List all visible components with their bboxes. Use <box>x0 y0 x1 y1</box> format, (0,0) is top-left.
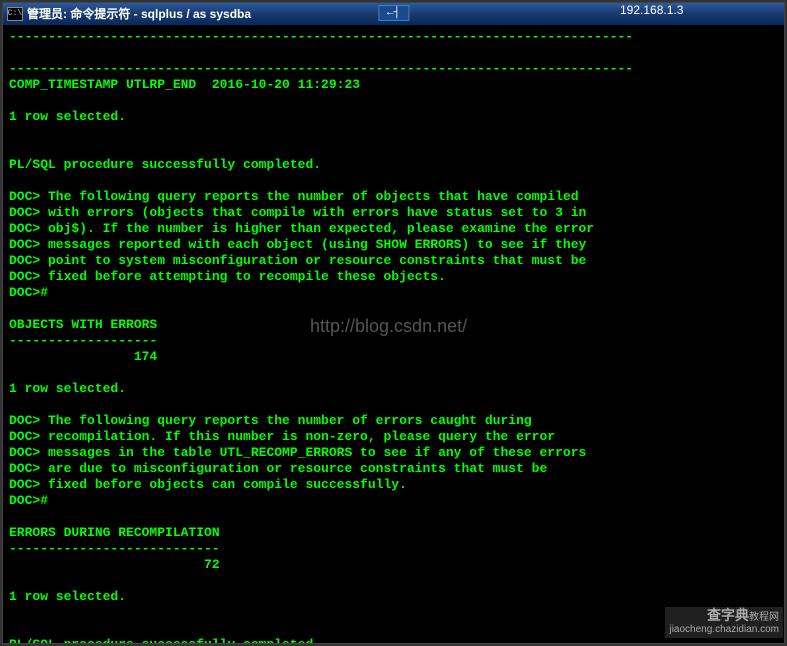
doc-line: DOC> recompilation. If this number is no… <box>9 429 555 444</box>
window-inner: C:\ 管理员: 命令提示符 - sqlplus / as sysdba ←┤ … <box>2 2 785 644</box>
rows-selected: 1 row selected. <box>9 381 126 396</box>
doc-line: DOC> are due to misconfiguration or reso… <box>9 461 547 476</box>
titlebar[interactable]: C:\ 管理员: 命令提示符 - sqlplus / as sysdba ←┤ … <box>3 3 784 25</box>
doc-line: DOC> with errors (objects that compile w… <box>9 205 586 220</box>
doc-line: DOC># <box>9 493 48 508</box>
watermark-side: 教程网 <box>749 612 779 623</box>
doc-line: DOC># <box>9 285 48 300</box>
window-frame: C:\ 管理员: 命令提示符 - sqlplus / as sysdba ←┤ … <box>0 0 787 646</box>
objects-errors-divider: ------------------- <box>9 333 157 348</box>
plsql-status: PL/SQL procedure successfully completed. <box>9 637 321 643</box>
timestamp-line: COMP_TIMESTAMP UTLRP_END 2016-10-20 11:2… <box>9 77 360 92</box>
divider-line: ----------------------------------------… <box>9 61 633 76</box>
doc-line: DOC> fixed before objects can compile su… <box>9 477 407 492</box>
doc-line: DOC> The following query reports the num… <box>9 189 579 204</box>
errors-recompilation-value: 72 <box>9 557 220 572</box>
doc-line: DOC> The following query reports the num… <box>9 413 532 428</box>
watermark-url: jiaocheng.chazidian.com <box>669 624 779 635</box>
watermark-brand: 查字典 <box>707 607 749 623</box>
doc-line: DOC> messages reported with each object … <box>9 237 586 252</box>
indicator-glyph: ←┤ <box>378 5 409 21</box>
divider-line: ----------------------------------------… <box>9 29 633 44</box>
remote-ip-label: 192.168.1.3 <box>620 3 683 17</box>
errors-recompilation-divider: --------------------------- <box>9 541 220 556</box>
rows-selected: 1 row selected. <box>9 109 126 124</box>
doc-line: DOC> point to system misconfiguration or… <box>9 253 586 268</box>
corner-watermark: 查字典教程网 jiaocheng.chazidian.com <box>665 607 783 638</box>
rows-selected: 1 row selected. <box>9 589 126 604</box>
titlebar-indicator: ←┤ <box>378 2 409 21</box>
objects-errors-header: OBJECTS WITH ERRORS <box>9 317 157 332</box>
doc-line: DOC> fixed before attempting to recompil… <box>9 269 446 284</box>
errors-recompilation-header: ERRORS DURING RECOMPILATION <box>9 525 220 540</box>
system-menu-icon[interactable]: C:\ <box>7 7 23 21</box>
objects-errors-value: 174 <box>9 349 157 364</box>
doc-line: DOC> messages in the table UTL_RECOMP_ER… <box>9 445 586 460</box>
doc-line: DOC> obj$). If the number is higher than… <box>9 221 594 236</box>
terminal-output[interactable]: ----------------------------------------… <box>3 25 784 643</box>
plsql-status: PL/SQL procedure successfully completed. <box>9 157 321 172</box>
icon-text: C:\ <box>8 9 22 18</box>
